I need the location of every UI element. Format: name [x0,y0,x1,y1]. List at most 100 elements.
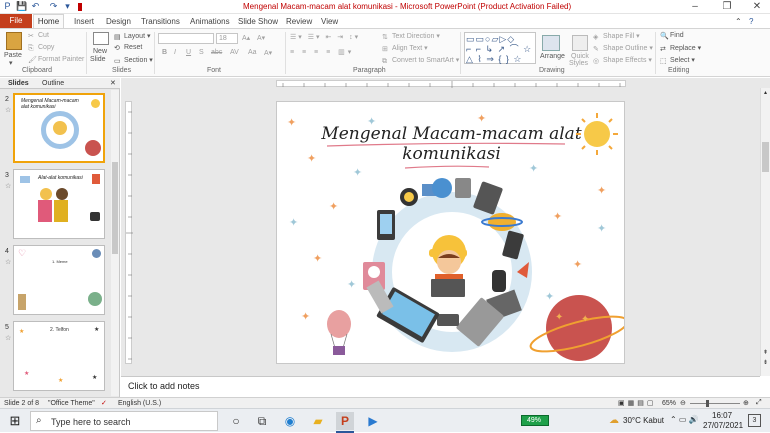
tab-file[interactable]: File [0,14,32,28]
tab-slide-show[interactable]: Slide Show [238,15,278,28]
slide-thumbnail-3[interactable]: Alat-alat komunikasi [13,169,105,239]
layout-button[interactable]: ▤ Layout ▾ [114,32,151,41]
shape-outline-button[interactable]: ✎ Shape Outline ▾ [593,44,653,53]
new-slide-button[interactable]: New [93,48,107,55]
panel-scroll-thumb[interactable] [112,162,118,254]
clock-date[interactable]: 27/07/2021 [703,421,743,430]
notes-placeholder[interactable]: Click to add notes [128,381,200,391]
quick-styles-button[interactable]: Quick [571,53,589,60]
powerpoint-app-icon[interactable]: P [2,1,13,12]
tab-view[interactable]: View [321,15,338,28]
font-size-combobox[interactable]: 18 [216,33,238,44]
language-indicator[interactable]: English (U.S.) [118,400,161,407]
edge-browser-icon[interactable]: ◉ [281,412,299,430]
new-slide-icon[interactable] [93,32,109,45]
help-icon[interactable]: ? [749,15,753,28]
editor-scroll-thumb[interactable] [762,142,769,172]
panel-scrollbar[interactable] [111,90,119,396]
cortana-icon[interactable]: ○ [227,412,245,430]
slide-thumbnail-5[interactable]: 2. Telfon ★ ★ ★ ★ ★ [13,321,105,391]
fit-slide-icon[interactable]: ⤢ [756,399,762,407]
underline-button[interactable]: U [186,49,191,56]
taskbar-search-box[interactable]: ⌕ Type here to search [30,411,218,431]
font-color-icon[interactable]: A▾ [264,49,272,57]
undo-icon[interactable]: ↶ [30,1,41,12]
text-direction-button[interactable]: ⇅ Text Direction ▾ [382,32,440,41]
change-case-button[interactable]: Aa [248,49,257,56]
shape-fill-button[interactable]: ◈ Shape Fill ▾ [593,32,640,41]
align-buttons-icon[interactable]: ≡ ≡ ≡ ≡ ▥▾ [290,48,354,56]
windows-start-icon[interactable]: ⊞ [6,412,24,430]
clock-time[interactable]: 16:07 [712,411,732,420]
spellcheck-icon[interactable]: ✓ [101,399,107,407]
paste-icon[interactable] [6,32,22,50]
paste-dropdown-icon[interactable]: ▾ [9,59,13,67]
current-slide[interactable]: Mengenal Macam-macam alat komunikasi ✦ ✦… [276,101,625,364]
customize-qat-icon[interactable]: ▾ [62,1,73,12]
next-slide-icon[interactable]: ⇟ [762,360,769,367]
scroll-up-icon[interactable]: ▴ [762,90,769,97]
tab-transitions[interactable]: Transitions [141,15,180,28]
shrink-font-icon[interactable]: A▾ [257,34,265,42]
section-button[interactable]: ▭ Section ▾ [114,56,153,65]
ribbon-collapse-icon[interactable]: ⌃ [735,15,742,28]
notes-pane[interactable]: Click to add notes [121,376,760,396]
view-buttons-icon[interactable]: ▣▦▤▢ [618,399,656,407]
reset-button[interactable]: ⟲ Reset [114,44,142,52]
weather-icon[interactable]: ☁ [609,415,619,426]
zoom-out-icon[interactable]: ⊖ [680,399,686,407]
close-panel-icon[interactable]: ✕ [110,78,116,89]
arrange-button[interactable]: Arrange [540,53,565,60]
tab-home[interactable]: Home [33,14,64,29]
tab-slides[interactable]: Slides [8,78,29,89]
shapes-gallery[interactable]: ▭▭○▱▷◇ ⌐ ⌐ ↳ ↗ ⌒ ☆ △ ⌇ ⇒ { } ☆ [464,32,536,64]
char-spacing-button[interactable]: AV [230,49,239,56]
bold-button[interactable]: B [162,49,167,56]
replace-button[interactable]: ⇄ Replace ▾ [660,44,701,53]
convert-smartart-button[interactable]: ⧉ Convert to SmartArt ▾ [382,56,459,65]
slide-thumbnail-4[interactable]: 1. Meme ♡ [13,245,105,315]
select-button[interactable]: ⬚ Select ▾ [660,56,695,65]
minimize-button[interactable]: – [680,0,710,14]
file-explorer-icon[interactable]: ▰ [309,412,327,430]
prev-slide-icon[interactable]: ⇞ [762,350,769,357]
powerpoint-taskbar-icon[interactable]: P [336,412,354,430]
zoom-slider[interactable] [690,403,740,404]
editor-scrollbar[interactable]: ▴ ⇞ ⇟ [760,88,770,376]
tab-outline[interactable]: Outline [42,78,64,89]
redo-icon[interactable]: ↷ [48,1,59,12]
notification-center-icon[interactable]: 3 [748,414,761,427]
maximize-button[interactable]: ❐ [712,0,742,14]
task-view-icon[interactable]: ⧉ [253,412,271,430]
zoom-level[interactable]: 65% [662,400,676,407]
quick-styles-icon[interactable] [572,35,588,51]
align-text-button[interactable]: ⊞ Align Text ▾ [382,44,428,53]
list-buttons-icon[interactable]: ☰▾ ☰▾ ⇤ ⇥ ↕▾ [290,33,360,41]
tab-animations[interactable]: Animations [190,15,230,28]
paste-button[interactable]: Paste [4,52,22,59]
tab-insert[interactable]: Insert [74,15,94,28]
strikethrough-button[interactable]: abc [211,49,222,56]
format-painter-button[interactable]: 🖌Format Painter [28,56,84,64]
arrange-icon[interactable] [542,35,560,51]
close-button[interactable]: ✕ [742,0,770,14]
save-icon[interactable]: 💾 [16,1,27,12]
italic-button[interactable]: I [174,49,176,56]
zoom-in-icon[interactable]: ⊕ [743,399,749,407]
grow-font-icon[interactable]: A▴ [242,34,250,42]
copy-button[interactable]: ⎘ Copy [28,44,54,52]
shadow-button[interactable]: S [199,49,204,56]
slide-thumbnail-2[interactable]: Mengenal Macam-macam alat komunikasi [13,93,105,163]
system-tray-icons[interactable]: ⌃ ▭ 🔊 [670,415,699,424]
tab-review[interactable]: Review [286,15,312,28]
tab-design[interactable]: Design [106,15,131,28]
media-player-icon[interactable]: ▶ [364,412,382,430]
shape-effects-button[interactable]: ◎ Shape Effects ▾ [593,56,652,65]
new-slide-label-2[interactable]: Slide [90,56,106,63]
cut-button[interactable]: ✂ Cut [28,32,49,40]
font-name-combobox[interactable] [158,33,214,44]
zoom-slider-thumb[interactable] [706,400,709,407]
weather-text[interactable]: 30°C Kabut [623,416,664,425]
quick-styles-label-2[interactable]: Styles [569,60,588,67]
find-button[interactable]: 🔍Find [660,32,684,40]
